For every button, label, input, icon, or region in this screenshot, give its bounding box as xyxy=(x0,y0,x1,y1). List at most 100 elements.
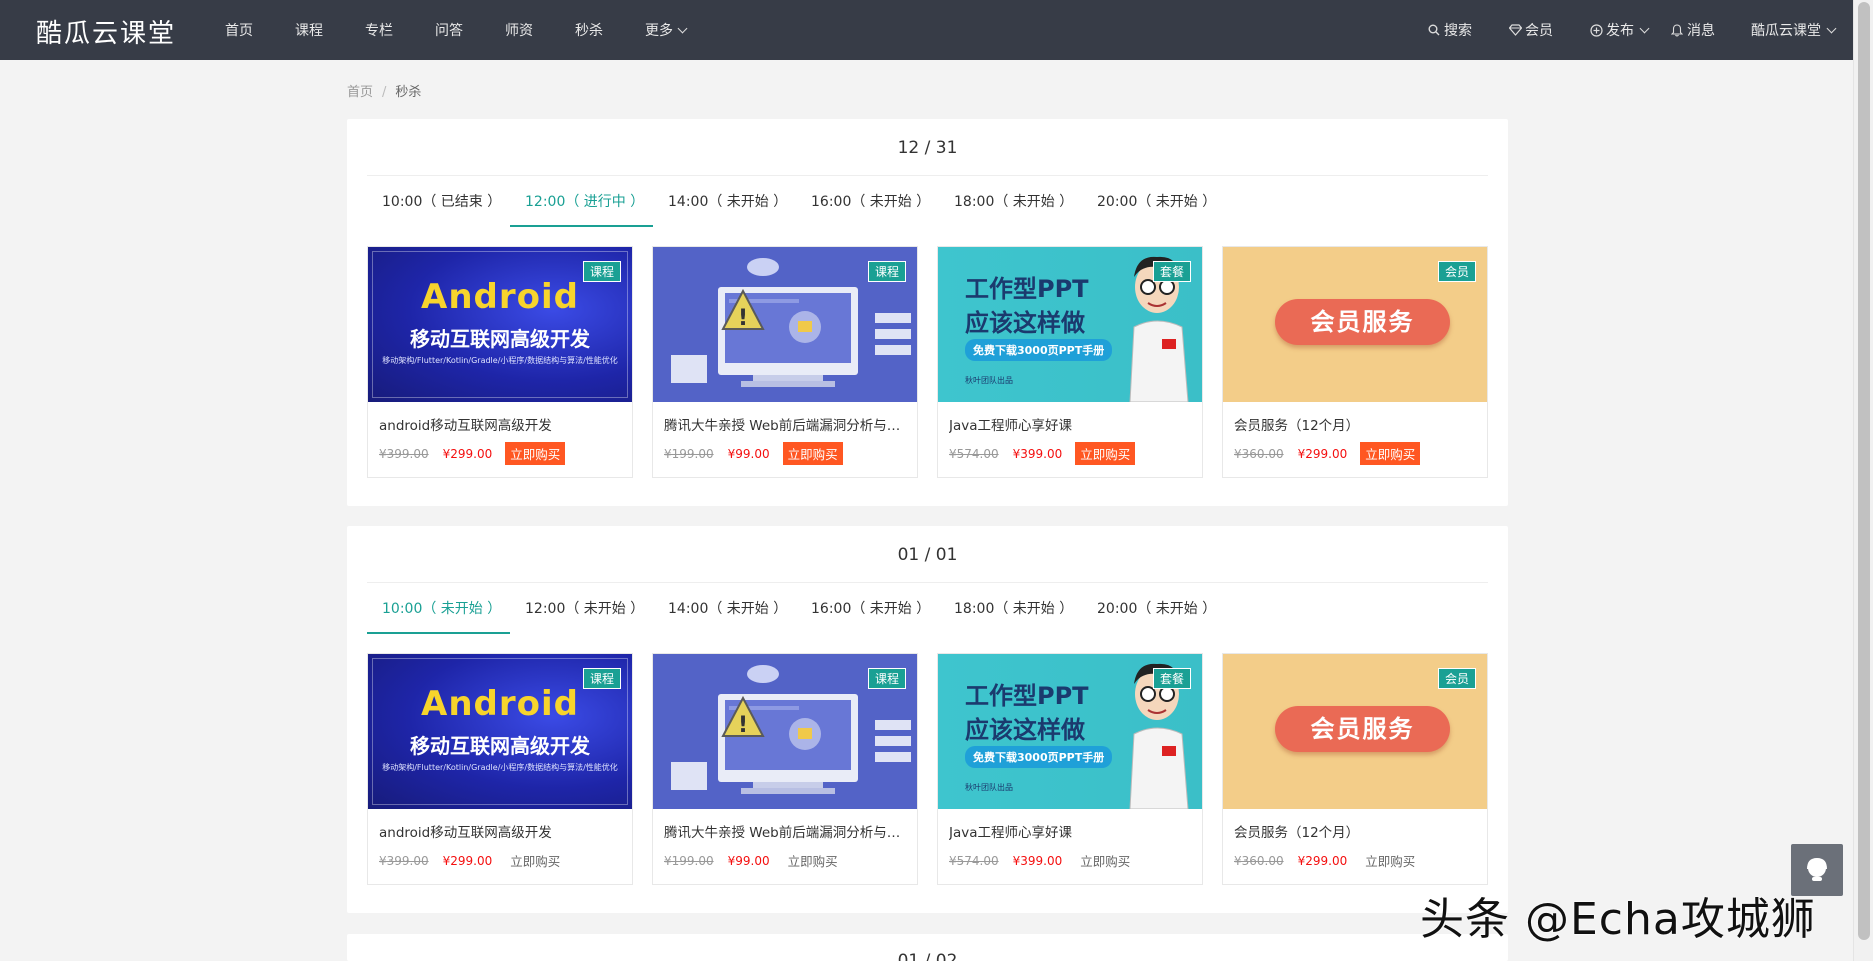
buy-now-button-disabled[interactable]: 立即购买 xyxy=(505,849,565,872)
breadcrumb-home[interactable]: 首页 xyxy=(347,85,373,100)
buy-now-button[interactable]: 立即购买 xyxy=(782,442,843,465)
message-label: 消息 xyxy=(1687,23,1715,39)
sale-price: ¥299.00 xyxy=(442,853,493,868)
publish-label: 发布 xyxy=(1606,23,1634,39)
original-price: ¥399.00 xyxy=(379,446,429,461)
time-slot-tabs: 10:00（ 已结束 ） 12:00（ 进行中 ） 14:00（ 未开始 ） 1… xyxy=(367,176,1488,227)
user-menu[interactable]: 酷瓜云课堂 xyxy=(1751,20,1837,40)
thumbnail-text: 工作型PPT xyxy=(965,275,1089,303)
product-thumbnail[interactable]: Android 移动互联网高级开发 移动架构/Flutter/Kotlin/Gr… xyxy=(368,247,632,402)
chevron-down-icon xyxy=(1826,23,1837,33)
search-icon xyxy=(1427,23,1441,37)
buy-now-button[interactable]: 立即购买 xyxy=(505,442,566,465)
product-title[interactable]: 腾讯大牛亲授 Web前后端漏洞分析与防御 xyxy=(664,821,906,841)
tab-time-slot[interactable]: 20:00（ 未开始 ） xyxy=(1082,583,1225,634)
original-price: ¥360.00 xyxy=(1234,446,1284,461)
product-title[interactable]: android移动互联网高级开发 xyxy=(379,821,621,841)
nav-qa[interactable]: 问答 xyxy=(435,20,463,40)
price-row: ¥360.00 ¥299.00 立即购买 xyxy=(1234,442,1476,465)
tab-time-slot[interactable]: 14:00（ 未开始 ） xyxy=(653,176,796,227)
tab-time-slot[interactable]: 10:00（ 已结束 ） xyxy=(367,176,510,227)
tab-time-slot[interactable]: 18:00（ 未开始 ） xyxy=(939,176,1082,227)
nav-home[interactable]: 首页 xyxy=(225,20,253,40)
tab-time-slot[interactable]: 16:00（ 未开始 ） xyxy=(796,176,939,227)
item-type-badge: 套餐 xyxy=(1152,261,1191,282)
sale-price: ¥299.00 xyxy=(1297,446,1348,461)
buy-now-button-disabled[interactable]: 立即购买 xyxy=(783,849,843,872)
message-link[interactable]: 消息 xyxy=(1670,20,1715,40)
sale-price: ¥99.00 xyxy=(727,853,770,868)
plus-circle-icon xyxy=(1589,23,1603,37)
original-price: ¥199.00 xyxy=(664,446,714,461)
thumbnail-text: 秋叶团队出品 xyxy=(965,783,1013,792)
nav-more[interactable]: 更多 xyxy=(645,20,688,40)
original-price: ¥360.00 xyxy=(1234,853,1284,868)
thumbnail-text: 免费下载3000页PPT手册 xyxy=(965,339,1113,361)
nav-columns[interactable]: 专栏 xyxy=(365,20,393,40)
product-list: Android 移动互联网高级开发 移动架构/Flutter/Kotlin/Gr… xyxy=(367,653,1488,885)
price-row: ¥399.00 ¥299.00 立即购买 xyxy=(379,849,621,872)
bell-icon xyxy=(1670,23,1684,37)
original-price: ¥199.00 xyxy=(664,853,714,868)
nav-more-label: 更多 xyxy=(645,23,673,39)
page-scrollbar[interactable] xyxy=(1853,0,1873,961)
product-thumbnail[interactable]: ! 课程 xyxy=(653,654,917,809)
price-row: ¥360.00 ¥299.00 立即购买 xyxy=(1234,849,1476,872)
tab-time-slot[interactable]: 14:00（ 未开始 ） xyxy=(653,583,796,634)
search-link[interactable]: 搜索 xyxy=(1427,20,1472,40)
time-slot-tabs: 10:00（ 未开始 ） 12:00（ 未开始 ） 14:00（ 未开始 ） 1… xyxy=(367,583,1488,634)
thumbnail-text: 工作型PPT xyxy=(965,682,1089,710)
tab-time-slot[interactable]: 20:00（ 未开始 ） xyxy=(1082,176,1225,227)
product-title[interactable]: 会员服务（12个月） xyxy=(1234,821,1476,841)
item-type-badge: 套餐 xyxy=(1152,668,1191,689)
thumbnail-text: 移动架构/Flutter/Kotlin/Gradle/小程序/数据结构与算法/性… xyxy=(382,356,618,365)
product-thumbnail[interactable]: 工作型PPT 应该这样做 免费下载3000页PPT手册 秋叶团队出品 套餐 xyxy=(938,654,1202,809)
product-card[interactable]: 工作型PPT 应该这样做 免费下载3000页PPT手册 秋叶团队出品 套餐 Ja… xyxy=(937,246,1203,478)
buy-now-button[interactable]: 立即购买 xyxy=(1360,442,1421,465)
product-title[interactable]: android移动互联网高级开发 xyxy=(379,414,621,434)
original-price: ¥574.00 xyxy=(949,446,999,461)
sale-price: ¥299.00 xyxy=(1297,853,1348,868)
nav-teachers[interactable]: 师资 xyxy=(505,20,533,40)
chevron-down-icon xyxy=(677,23,688,33)
product-card[interactable]: 工作型PPT 应该这样做 免费下载3000页PPT手册 秋叶团队出品 套餐 Ja… xyxy=(937,653,1203,885)
sale-price: ¥299.00 xyxy=(442,446,493,461)
product-card[interactable]: 会员服务 会员 会员服务（12个月） ¥360.00 ¥299.00 立即购买 xyxy=(1222,653,1488,885)
site-logo[interactable]: 酷瓜云课堂 xyxy=(36,13,176,50)
nav-flash-sale[interactable]: 秒杀 xyxy=(575,20,603,40)
product-title[interactable]: 腾讯大牛亲授 Web前后端漏洞分析与防御 xyxy=(664,414,906,434)
publish-menu[interactable]: 发布 xyxy=(1589,20,1650,40)
tab-time-slot-active[interactable]: 12:00（ 进行中 ） xyxy=(510,176,653,227)
product-thumbnail[interactable]: 工作型PPT 应该这样做 免费下载3000页PPT手册 秋叶团队出品 套餐 xyxy=(938,247,1202,402)
item-type-badge: 会员 xyxy=(1437,261,1476,282)
price-row: ¥199.00 ¥99.00 立即购买 xyxy=(664,442,906,465)
tab-time-slot[interactable]: 18:00（ 未开始 ） xyxy=(939,583,1082,634)
tab-time-slot-active[interactable]: 10:00（ 未开始 ） xyxy=(367,583,510,634)
flash-sale-day-panel: 12 / 31 10:00（ 已结束 ） 12:00（ 进行中 ） 14:00（… xyxy=(347,119,1508,506)
nav-courses[interactable]: 课程 xyxy=(295,20,323,40)
product-card[interactable]: 会员服务 会员 会员服务（12个月） ¥360.00 ¥299.00 立即购买 xyxy=(1222,246,1488,478)
product-card[interactable]: ! 课程 腾讯大牛亲授 Web前后端漏洞分析与防御 ¥199.00 ¥99.00… xyxy=(652,246,918,478)
product-title[interactable]: 会员服务（12个月） xyxy=(1234,414,1476,434)
tab-time-slot[interactable]: 16:00（ 未开始 ） xyxy=(796,583,939,634)
tab-time-slot[interactable]: 12:00（ 未开始 ） xyxy=(510,583,653,634)
product-thumbnail[interactable]: 会员服务 会员 xyxy=(1223,247,1487,402)
product-title[interactable]: Java工程师心享好课 xyxy=(949,821,1191,841)
product-card[interactable]: Android 移动互联网高级开发 移动架构/Flutter/Kotlin/Gr… xyxy=(367,653,633,885)
product-card[interactable]: Android 移动互联网高级开发 移动架构/Flutter/Kotlin/Gr… xyxy=(367,246,633,478)
right-nav: 搜索 会员 发布 消息 酷瓜云课堂 xyxy=(1391,0,1837,60)
buy-now-button-disabled[interactable]: 立即购买 xyxy=(1075,849,1135,872)
product-thumbnail[interactable]: 会员服务 会员 xyxy=(1223,654,1487,809)
product-thumbnail[interactable]: ! 课程 xyxy=(653,247,917,402)
thumbnail-text: 秋叶团队出品 xyxy=(965,376,1013,385)
headset-icon xyxy=(1807,857,1827,881)
buy-now-button-disabled[interactable]: 立即购买 xyxy=(1360,849,1420,872)
price-row: ¥399.00 ¥299.00 立即购买 xyxy=(379,442,621,465)
product-title[interactable]: Java工程师心享好课 xyxy=(949,414,1191,434)
product-thumbnail[interactable]: Android 移动互联网高级开发 移动架构/Flutter/Kotlin/Gr… xyxy=(368,654,632,809)
vip-link[interactable]: 会员 xyxy=(1508,20,1553,40)
buy-now-button[interactable]: 立即购买 xyxy=(1075,442,1136,465)
scrollbar-thumb[interactable] xyxy=(1858,2,1870,940)
product-card[interactable]: ! 课程 腾讯大牛亲授 Web前后端漏洞分析与防御 ¥199.00 ¥99.00… xyxy=(652,653,918,885)
breadcrumb-separator: / xyxy=(382,85,387,100)
